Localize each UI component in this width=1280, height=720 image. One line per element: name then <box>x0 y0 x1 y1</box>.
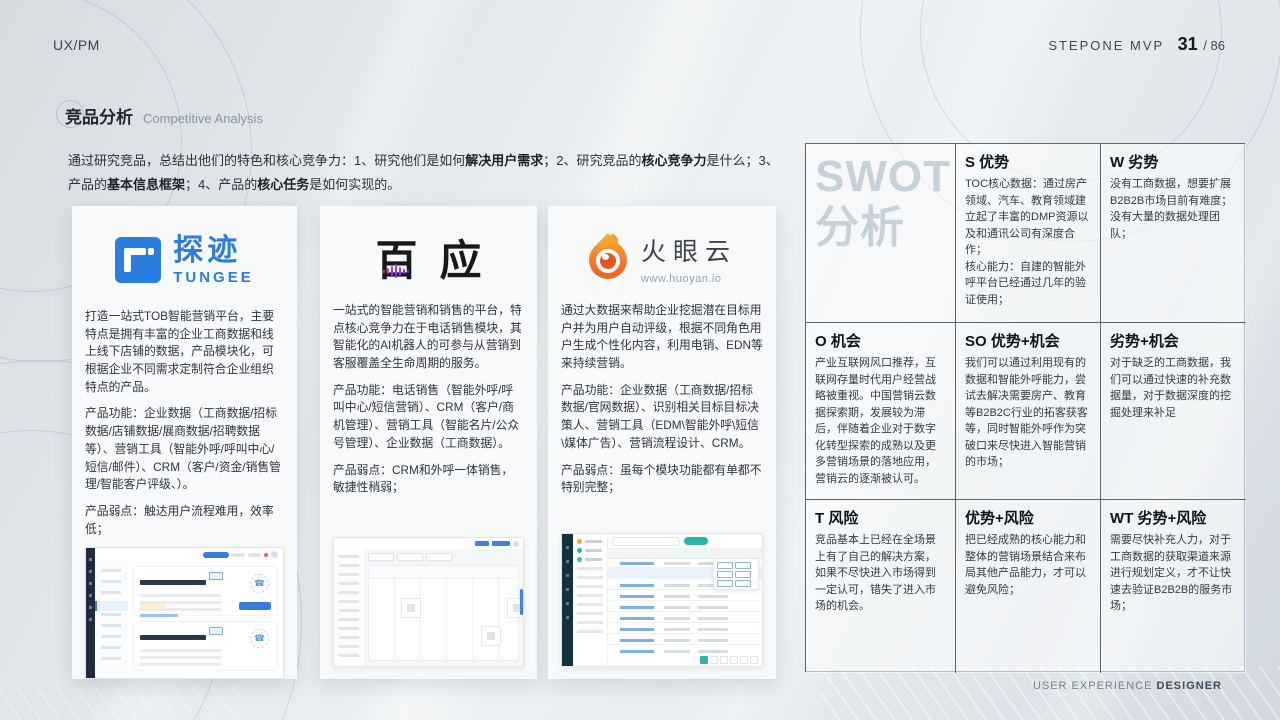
primary-button <box>203 551 229 558</box>
deck-label: UX/PM <box>53 37 100 53</box>
notification-dot <box>264 552 268 557</box>
tungee-features: 产品功能：企业数据（工商数据/招标数据/店铺数据/展商数据/招聘数据等）、营销工… <box>85 406 281 492</box>
brand-label: STEPONE MVP <box>1048 38 1164 53</box>
swot-table: SWOT 分析 S 优势 TOC核心数据：通过房产领域、汽车、教育领域建立起了丰… <box>805 143 1246 673</box>
huoyan-features: 产品功能：企业数据（工商数据/招标数据/官网数据）、识别相关目标目标决策人、营销… <box>561 382 759 450</box>
app-topbar <box>95 548 283 563</box>
tungee-logo-icon <box>115 237 162 283</box>
footer-credit: USER EXPERIENCE DESIGNER <box>1032 680 1222 692</box>
swot-cell-st: 优势+风险 把已经成熟的核心能力和整体的营销场景结合来布局其他产品能力，才可以避… <box>956 500 1101 673</box>
tungee-logo: 探迹 TUNGEE <box>85 218 284 302</box>
page-separator: / <box>1203 38 1207 53</box>
app-content: ☎ ☎ <box>128 561 283 679</box>
tungee-logo-zh: 探迹 <box>173 233 242 267</box>
tungee-logo-en: TUNGEE <box>173 268 254 286</box>
page-indicator: STEPONE MVP 31 / 86 <box>1048 34 1225 55</box>
swot-cell-w: W 劣势 没有工商数据，想要扩展B2B2B市场目前有难度； 没有大量的数据处理团… <box>1101 144 1246 323</box>
swot-corner-cell: SWOT 分析 <box>806 144 956 323</box>
app-sidebar <box>573 534 608 666</box>
call-button <box>239 602 271 611</box>
huoyan-logo: 火眼云 www.huoyan.io <box>561 218 763 298</box>
huoyan-logo-zh: 火眼云 <box>640 237 737 266</box>
menu-item <box>232 552 245 557</box>
menu-item <box>248 552 261 557</box>
baiying-features: 产品功能：电话销售（智能外呼/呼叫中心/短信营销）、CRM（客户/商机管理）、营… <box>333 382 520 450</box>
company-result-card: ☎ <box>133 621 278 672</box>
tooltip <box>713 558 759 590</box>
page-total: 86 <box>1210 38 1225 53</box>
phone-icon: ☎ <box>250 629 269 649</box>
app-content <box>364 549 523 666</box>
huoyan-description: 通过大数据来帮助企业挖掘潜在目标用户并为用户自动评级，根据不同角色用户生成个性化… <box>561 303 763 371</box>
intro-paragraph: 通过研究竞品，总结出他们的特色和核心竞争力：1、研究他们是如何解决用户需求；2、… <box>68 153 779 193</box>
sidebar-item <box>577 539 603 544</box>
baiying-app-screenshot <box>333 537 524 667</box>
tungee-app-screenshot: ☎ ☎ <box>85 547 284 679</box>
company-result-card: ☎ <box>133 566 278 618</box>
page-number: 31 <box>1177 34 1198 54</box>
kanban-board <box>368 565 523 661</box>
section-title-en: Competitive Analysis <box>143 111 263 126</box>
hatch-decoration <box>820 666 1280 720</box>
baiying-description: 一站式的智能营销和销售的平台，特点核心竞争力在于电话销售模块，其智能化的AI机器… <box>333 303 522 371</box>
sidebar-item <box>577 548 603 553</box>
avatar <box>271 551 278 559</box>
swot-cell-wo: 劣势+机会 对于缺乏的工商数据，我们可以通过快速的补充数据量，对于数据深度的挖掘… <box>1101 323 1246 500</box>
company-name-bar <box>140 635 206 641</box>
tungee-description: 打造一站式TOB智能营销平台，主要特点是拥有丰富的企业工商数据和线上线下店铺的数… <box>85 309 275 394</box>
baiying-logo: 百应 <box>333 218 524 296</box>
kanban-card <box>401 598 421 618</box>
soundwave-icon <box>383 264 409 278</box>
swot-cell-o: O 机会 产业互联网风口推荐，互联网存量时代用户经营战略被重视。中国营销云数据探… <box>806 323 956 500</box>
phone-icon: ☎ <box>250 574 269 594</box>
kanban-header <box>369 566 518 579</box>
competitor-card-baiying: 百应 一站式的智能营销和销售的平台，特点核心竞争力在于电话销售模块，其智能化的A… <box>320 206 537 679</box>
sidebar-item <box>577 557 603 562</box>
competitor-card-tungee: 探迹 TUNGEE 打造一站式TOB智能营销平台，主要特点是拥有丰富的企业工商数… <box>72 206 297 679</box>
company-name-bar <box>140 580 206 586</box>
link-bar <box>140 614 178 618</box>
swot-cell-s: S 优势 TOC核心数据：通过房产领域、汽车、教育领域建立起了丰富的DMP资源以… <box>956 144 1101 323</box>
search-input <box>612 536 680 546</box>
app-sidebar <box>334 549 365 666</box>
huoyan-url: www.huoyan.io <box>640 272 722 285</box>
tag-badge <box>140 604 166 611</box>
search-button <box>684 537 708 545</box>
kanban-card <box>481 626 501 646</box>
nav-rail <box>562 534 573 666</box>
section-title-zh: 竞品分析 <box>65 108 133 127</box>
avatar <box>513 540 519 547</box>
filter-row <box>368 553 519 561</box>
baiying-weakness: 产品弱点：CRM和外呼一体销售，敏捷性稍弱； <box>333 462 514 495</box>
flame-eye-icon <box>581 233 635 287</box>
tungee-weakness: 产品弱点：触达用户流程难用，效率低； <box>85 503 274 536</box>
nav-rail <box>86 548 95 679</box>
primary-button <box>475 541 489 546</box>
ui-lines <box>140 649 222 667</box>
app-sidebar <box>95 561 130 679</box>
swot-cell-so: SO 优势+机会 我们可以通过利用现有的数据和智能外呼能力，尝试去解决需要房产、… <box>956 323 1101 500</box>
pagination <box>700 656 758 664</box>
competitor-card-huoyan: 火眼云 www.huoyan.io 通过大数据来帮助企业挖掘潜在目标用户并为用户… <box>548 206 776 679</box>
baiying-logo-zh: 百应 <box>375 236 504 284</box>
grade-badge <box>209 572 223 581</box>
grade-badge <box>209 627 223 636</box>
section-title: 竞品分析 Competitive Analysis <box>65 103 263 128</box>
huoyan-weakness: 产品弱点：虽每个模块功能都有单都不特别完整； <box>561 462 762 495</box>
scrollbar <box>520 589 523 615</box>
app-topbar <box>608 534 762 549</box>
swot-cell-t: T 风险 竞品基本上已经在全场景上有了自己的解决方案，如果不尽快进入市场得到一定… <box>806 500 956 673</box>
swot-cell-wt: WT 劣势+风险 需要尽快补充人力，对于工商数据的获取渠道来源进行规划定义，才不… <box>1101 500 1246 673</box>
ui-lines <box>577 567 603 637</box>
app-content <box>608 534 762 666</box>
huoyan-app-screenshot <box>561 533 763 667</box>
primary-button <box>492 541 510 546</box>
slide: UX/PM STEPONE MVP 31 / 86 竞品分析 Competiti… <box>0 0 1280 720</box>
hatch-decoration <box>0 686 240 720</box>
